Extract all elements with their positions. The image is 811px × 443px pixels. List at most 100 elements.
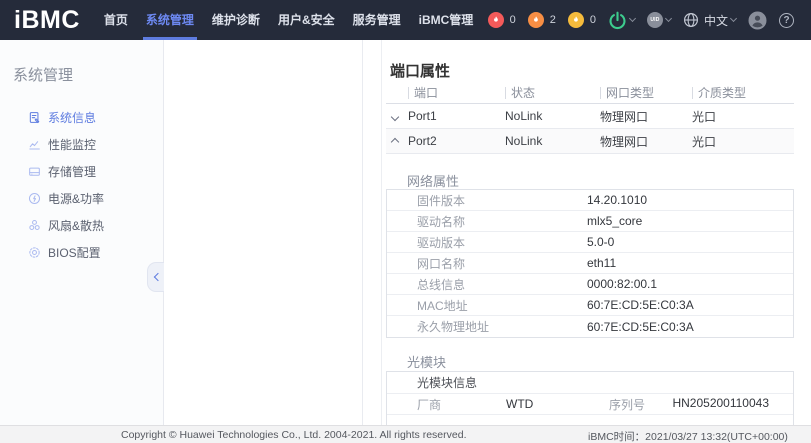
attr-value: eth11 bbox=[587, 256, 793, 270]
uid-led-dropdown[interactable]: UID bbox=[647, 12, 671, 28]
attr-label: 驱动名称 bbox=[387, 213, 587, 230]
sidebar-item-fan-cooling[interactable]: 风扇&散热 bbox=[0, 212, 163, 239]
major-alarm-icon bbox=[528, 12, 544, 28]
header-toolbar: 0 2 0 UID bbox=[488, 11, 811, 30]
ibmc-time-label: iBMC时间： bbox=[588, 431, 645, 443]
minor-alarm-badge[interactable]: 0 bbox=[568, 12, 596, 28]
sidebar-item-label: 性能监控 bbox=[48, 136, 96, 153]
table-row: 永久物理地址 60:7E:CD:5E:C0:3A bbox=[387, 316, 793, 337]
sidebar: 系统管理 系统信息 性能监控 存储管理 bbox=[0, 40, 164, 425]
port-name: Port1 bbox=[408, 109, 505, 123]
port-status: NoLink bbox=[505, 134, 600, 148]
table-row: MAC地址 60:7E:CD:5E:C0:3A bbox=[387, 295, 793, 316]
power-control-dropdown[interactable] bbox=[608, 11, 635, 30]
user-avatar-icon[interactable] bbox=[748, 11, 767, 30]
copyright-text: Copyright © Huawei Technologies Co., Ltd… bbox=[121, 429, 467, 441]
content-area: 端口属性 端口 状态 网口类型 介质类型 Port1 NoLink 物理网口 光… bbox=[165, 40, 811, 425]
globe-icon bbox=[683, 12, 699, 28]
nav-system-management[interactable]: 系统管理 bbox=[137, 0, 203, 40]
uid-icon: UID bbox=[647, 12, 663, 28]
sidebar-item-label: 系统信息 bbox=[48, 109, 96, 126]
table-row-port2[interactable]: Port2 NoLink 物理网口 光口 bbox=[386, 129, 794, 154]
language-label: 中文 bbox=[704, 12, 728, 29]
optical-module-title: 光模块 bbox=[407, 352, 794, 368]
table-row-port1[interactable]: Port1 NoLink 物理网口 光口 bbox=[386, 104, 794, 129]
gear-icon bbox=[28, 246, 41, 259]
attr-label: 永久物理地址 bbox=[387, 318, 587, 335]
column-header-port: 端口 bbox=[408, 87, 438, 99]
sidebar-item-bios-config[interactable]: BIOS配置 bbox=[0, 239, 163, 266]
port-type: 物理网口 bbox=[600, 133, 692, 150]
storage-icon bbox=[28, 165, 41, 178]
sidebar-menu: 系统信息 性能监控 存储管理 电源&功率 bbox=[0, 104, 163, 266]
language-selector[interactable]: 中文 bbox=[683, 12, 736, 29]
critical-alarm-badge[interactable]: 0 bbox=[488, 12, 516, 28]
nav-ibmc-management[interactable]: iBMC管理 bbox=[410, 0, 483, 40]
network-attributes-title: 网络属性 bbox=[407, 171, 794, 187]
help-icon[interactable]: ? bbox=[779, 13, 794, 28]
chevron-down-icon bbox=[665, 15, 672, 22]
table-row: 总线信息 0000:82:00.1 bbox=[387, 274, 793, 295]
sidebar-title: 系统管理 bbox=[13, 64, 163, 85]
chevron-down-icon bbox=[730, 15, 737, 22]
nav-user-security[interactable]: 用户&安全 bbox=[269, 0, 344, 40]
media-type: 光口 bbox=[692, 108, 794, 125]
fan-icon bbox=[28, 219, 41, 232]
attr-label: 网口名称 bbox=[387, 255, 587, 272]
major-alarm-count: 2 bbox=[550, 14, 556, 26]
table-row: 驱动名称 mlx5_core bbox=[387, 211, 793, 232]
ibmc-time: iBMC时间：2021/03/27 13:32(UTC+00:00) bbox=[588, 429, 788, 443]
port-table-header: 端口 状态 网口类型 介质类型 bbox=[386, 83, 794, 104]
port-type: 物理网口 bbox=[600, 108, 692, 125]
collapse-chevron-icon[interactable] bbox=[391, 138, 399, 146]
port-name: Port2 bbox=[408, 134, 505, 148]
panel-divider bbox=[381, 40, 382, 425]
sidebar-item-label: 风扇&散热 bbox=[48, 217, 104, 234]
port-status: NoLink bbox=[505, 109, 600, 123]
vendor-label: 厂商 bbox=[387, 396, 506, 413]
nav-maintenance-diagnosis[interactable]: 维护诊断 bbox=[203, 0, 269, 40]
network-attributes-table: 固件版本 14.20.1010 驱动名称 mlx5_core 驱动版本 5.0-… bbox=[386, 189, 794, 338]
nav-service-management[interactable]: 服务管理 bbox=[344, 0, 410, 40]
vendor-value: WTD bbox=[506, 397, 609, 411]
optical-module-info-header: 光模块信息 bbox=[387, 372, 793, 394]
ibmc-time-value: 2021/03/27 13:32(UTC+00:00) bbox=[645, 431, 788, 443]
serial-label: 序列号 bbox=[609, 396, 645, 413]
attr-value: 60:7E:CD:5E:C0:3A bbox=[587, 320, 793, 334]
attr-label: 总线信息 bbox=[387, 276, 587, 293]
footer: Copyright © Huawei Technologies Co., Ltd… bbox=[0, 425, 811, 443]
column-header-status: 状态 bbox=[505, 87, 535, 99]
table-row: 厂商 WTD 序列号 HN205200110043 bbox=[387, 394, 793, 415]
attr-value: 0000:82:00.1 bbox=[587, 277, 793, 291]
major-alarm-badge[interactable]: 2 bbox=[528, 12, 556, 28]
sidebar-item-label: BIOS配置 bbox=[48, 244, 101, 261]
attr-label: 固件版本 bbox=[387, 192, 587, 209]
line-chart-icon bbox=[28, 138, 41, 151]
critical-alarm-icon bbox=[488, 12, 504, 28]
nav-home[interactable]: 首页 bbox=[95, 0, 137, 40]
sidebar-item-storage[interactable]: 存储管理 bbox=[0, 158, 163, 185]
chevron-left-icon bbox=[153, 273, 161, 281]
serial-value: HN205200110043 bbox=[672, 396, 769, 413]
column-header-port-type: 网口类型 bbox=[600, 87, 654, 99]
table-row: 网口名称 eth11 bbox=[387, 253, 793, 274]
sidebar-item-system-info[interactable]: 系统信息 bbox=[0, 104, 163, 131]
column-header-media-type: 介质类型 bbox=[692, 87, 746, 99]
port-properties-panel: 端口属性 端口 状态 网口类型 介质类型 Port1 NoLink 物理网口 光… bbox=[386, 40, 794, 441]
sidebar-item-label: 存储管理 bbox=[48, 163, 96, 180]
table-row: 固件版本 14.20.1010 bbox=[387, 190, 793, 211]
main-nav: 首页 系统管理 维护诊断 用户&安全 服务管理 iBMC管理 bbox=[95, 0, 482, 40]
attr-value: 60:7E:CD:5E:C0:3A bbox=[587, 298, 793, 312]
ibmc-app: iBMC 首页 系统管理 维护诊断 用户&安全 服务管理 iBMC管理 0 2 bbox=[0, 0, 811, 443]
sidebar-collapse-button[interactable] bbox=[147, 262, 164, 292]
panel-divider bbox=[362, 40, 363, 425]
expand-chevron-icon[interactable] bbox=[391, 113, 399, 121]
sidebar-item-power[interactable]: 电源&功率 bbox=[0, 185, 163, 212]
power-icon bbox=[608, 11, 627, 30]
media-type: 光口 bbox=[692, 133, 794, 150]
sidebar-item-performance[interactable]: 性能监控 bbox=[0, 131, 163, 158]
power-circle-icon bbox=[28, 192, 41, 205]
minor-alarm-icon bbox=[568, 12, 584, 28]
attr-label: MAC地址 bbox=[387, 297, 587, 314]
document-icon bbox=[28, 111, 41, 124]
